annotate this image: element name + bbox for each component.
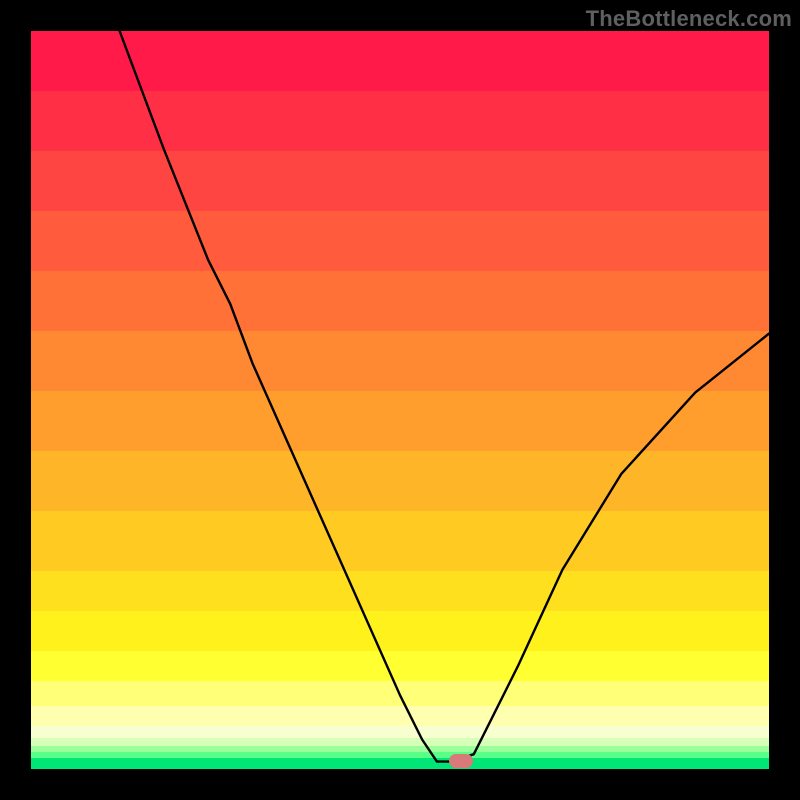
bg-band: [31, 746, 769, 752]
bg-band: [31, 681, 769, 706]
optimum-marker: [449, 754, 473, 768]
bg-band: [31, 611, 769, 651]
bg-band: [31, 752, 769, 758]
bg-band: [31, 391, 769, 451]
bg-band: [31, 271, 769, 331]
bg-band: [31, 758, 769, 769]
bg-band: [31, 651, 769, 681]
bg-band: [31, 726, 769, 738]
plot-area: [31, 31, 769, 769]
bg-band: [31, 706, 769, 726]
bg-band: [31, 91, 769, 151]
bg-band: [31, 31, 769, 91]
bg-band: [31, 211, 769, 271]
bg-band: [31, 331, 769, 391]
bg-band: [31, 151, 769, 211]
bg-band: [31, 511, 769, 571]
bg-band: [31, 738, 769, 746]
watermark-text: TheBottleneck.com: [586, 6, 792, 32]
chart-frame: TheBottleneck.com: [0, 0, 800, 800]
bg-band: [31, 451, 769, 511]
bg-band: [31, 571, 769, 611]
